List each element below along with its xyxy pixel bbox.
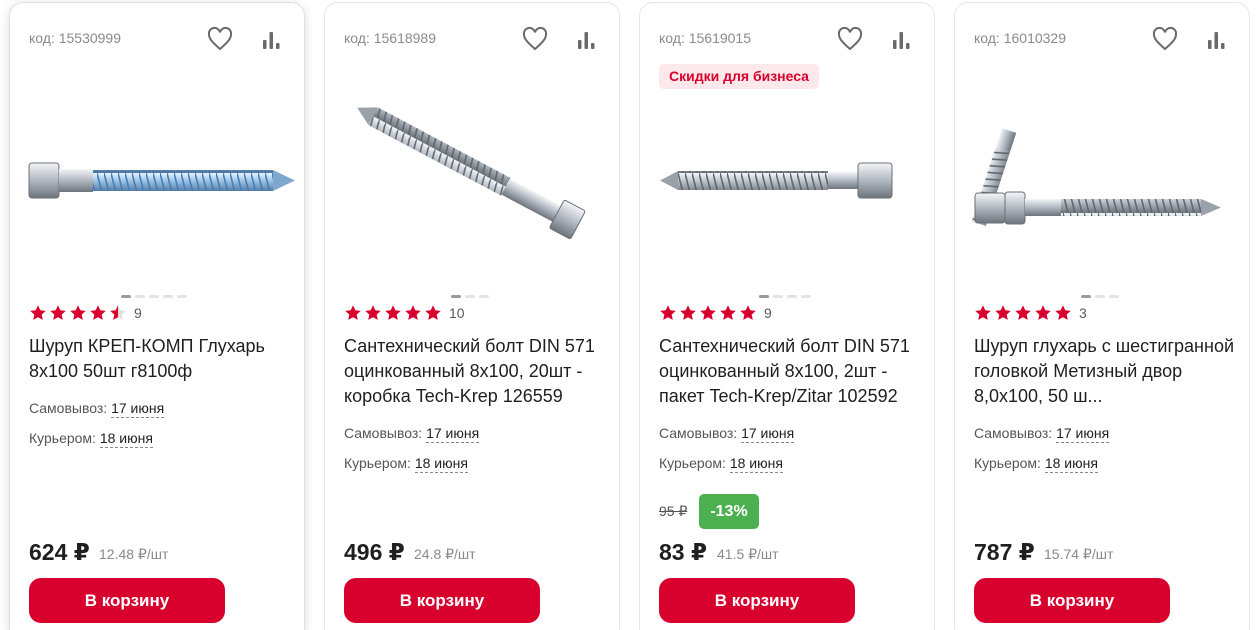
heart-icon[interactable]: [1151, 25, 1179, 53]
add-to-cart-button[interactable]: В корзину: [29, 578, 225, 623]
unit-price: 41.5 ₽/шт: [717, 546, 779, 562]
star-icon: [719, 304, 737, 322]
old-price: 95 ₽: [659, 503, 688, 519]
courier-label: Курьером:: [29, 430, 96, 446]
pickup-label: Самовывоз:: [659, 425, 738, 441]
add-to-cart-button[interactable]: В корзину: [344, 578, 540, 623]
discount-badge: -13%: [699, 494, 759, 529]
star-icon: [424, 304, 442, 322]
business-discount-badge[interactable]: Скидки для бизнеса: [659, 64, 819, 89]
star-icon: [49, 304, 67, 322]
product-card[interactable]: код: 16010329 3 Шуруп глухарь с шестигра…: [954, 2, 1250, 630]
product-price: 624 ₽: [29, 539, 90, 565]
star-icon: [69, 304, 87, 322]
rating-count: 10: [449, 305, 465, 321]
product-image[interactable]: [965, 93, 1241, 283]
product-image[interactable]: [335, 93, 611, 283]
heart-icon[interactable]: [521, 25, 549, 53]
product-code: код: 15530999: [29, 30, 121, 46]
courier-info: Курьером: 18 июня: [974, 455, 1098, 473]
star-icon: [739, 304, 757, 322]
star-icon: [1014, 304, 1032, 322]
rating-count: 3: [1079, 305, 1087, 321]
star-half-icon: [109, 304, 127, 322]
star-icon: [699, 304, 717, 322]
pickup-info: Самовывоз: 17 июня: [659, 425, 795, 443]
pickup-date[interactable]: 17 июня: [111, 400, 165, 418]
pickup-date[interactable]: 17 июня: [426, 425, 480, 443]
unit-price: 12.48 ₽/шт: [99, 546, 169, 562]
courier-date[interactable]: 18 июня: [99, 430, 153, 448]
pickup-info: Самовывоз: 17 июня: [344, 425, 480, 443]
pickup-date[interactable]: 17 июня: [741, 425, 795, 443]
product-code: код: 15618989: [344, 30, 436, 46]
unit-price: 24.8 ₽/шт: [414, 546, 476, 562]
pickup-info: Самовывоз: 17 июня: [974, 425, 1110, 443]
add-to-cart-button[interactable]: В корзину: [974, 578, 1170, 623]
star-icon: [344, 304, 362, 322]
rating-stars: 3: [974, 304, 1087, 322]
unit-price: 15.74 ₽/шт: [1044, 546, 1114, 562]
compare-icon[interactable]: [890, 29, 912, 51]
rating-stars: 10: [344, 304, 465, 322]
compare-icon[interactable]: [575, 29, 597, 51]
product-image[interactable]: [650, 93, 926, 283]
image-pager[interactable]: [1081, 295, 1119, 298]
courier-label: Курьером:: [344, 455, 411, 471]
product-card[interactable]: код: 15530999 9 Шуруп КРЕП-КОМП Глухарь …: [9, 2, 305, 630]
rating-count: 9: [764, 305, 772, 321]
rating-stars: 9: [29, 304, 142, 322]
courier-label: Курьером:: [659, 455, 726, 471]
star-icon: [679, 304, 697, 322]
pickup-label: Самовывоз:: [344, 425, 423, 441]
product-price: 496 ₽: [344, 539, 405, 565]
star-icon: [364, 304, 382, 322]
heart-icon[interactable]: [836, 25, 864, 53]
image-pager[interactable]: [451, 295, 489, 298]
pickup-label: Самовывоз:: [974, 425, 1053, 441]
product-card[interactable]: код: 15619015 Скидки для бизнеса 9 Санте…: [639, 2, 935, 630]
compare-icon[interactable]: [1205, 29, 1227, 51]
product-image[interactable]: [20, 93, 296, 283]
add-to-cart-button[interactable]: В корзину: [659, 578, 855, 623]
star-icon: [89, 304, 107, 322]
product-card[interactable]: код: 15618989 10 Сантехнический болт DIN…: [324, 2, 620, 630]
pickup-date[interactable]: 17 июня: [1056, 425, 1110, 443]
pickup-label: Самовывоз:: [29, 400, 108, 416]
product-price: 787 ₽: [974, 539, 1035, 565]
product-title[interactable]: Сантехнический болт DIN 571 оцинкованный…: [344, 334, 606, 409]
courier-date[interactable]: 18 июня: [1044, 455, 1098, 473]
rating-count: 9: [134, 305, 142, 321]
product-price: 83 ₽: [659, 539, 707, 565]
star-icon: [1054, 304, 1072, 322]
star-icon: [974, 304, 992, 322]
courier-info: Курьером: 18 июня: [344, 455, 468, 473]
product-title[interactable]: Сантехнический болт DIN 571 оцинкованный…: [659, 334, 921, 409]
courier-date[interactable]: 18 июня: [414, 455, 468, 473]
star-icon: [384, 304, 402, 322]
star-icon: [404, 304, 422, 322]
star-icon: [1034, 304, 1052, 322]
product-title[interactable]: Шуруп КРЕП-КОМП Глухарь 8х100 50шт г8100…: [29, 334, 291, 384]
compare-icon[interactable]: [260, 29, 282, 51]
star-icon: [994, 304, 1012, 322]
heart-icon[interactable]: [206, 25, 234, 53]
product-code: код: 15619015: [659, 30, 751, 46]
image-pager[interactable]: [121, 295, 187, 298]
courier-label: Курьером:: [974, 455, 1041, 471]
star-icon: [29, 304, 47, 322]
image-pager[interactable]: [759, 295, 811, 298]
courier-date[interactable]: 18 июня: [729, 455, 783, 473]
star-icon: [659, 304, 677, 322]
product-code: код: 16010329: [974, 30, 1066, 46]
courier-info: Курьером: 18 июня: [659, 455, 783, 473]
rating-stars: 9: [659, 304, 772, 322]
courier-info: Курьером: 18 июня: [29, 430, 153, 448]
product-title[interactable]: Шуруп глухарь с шестигранной головкой Ме…: [974, 334, 1236, 409]
pickup-info: Самовывоз: 17 июня: [29, 400, 165, 418]
